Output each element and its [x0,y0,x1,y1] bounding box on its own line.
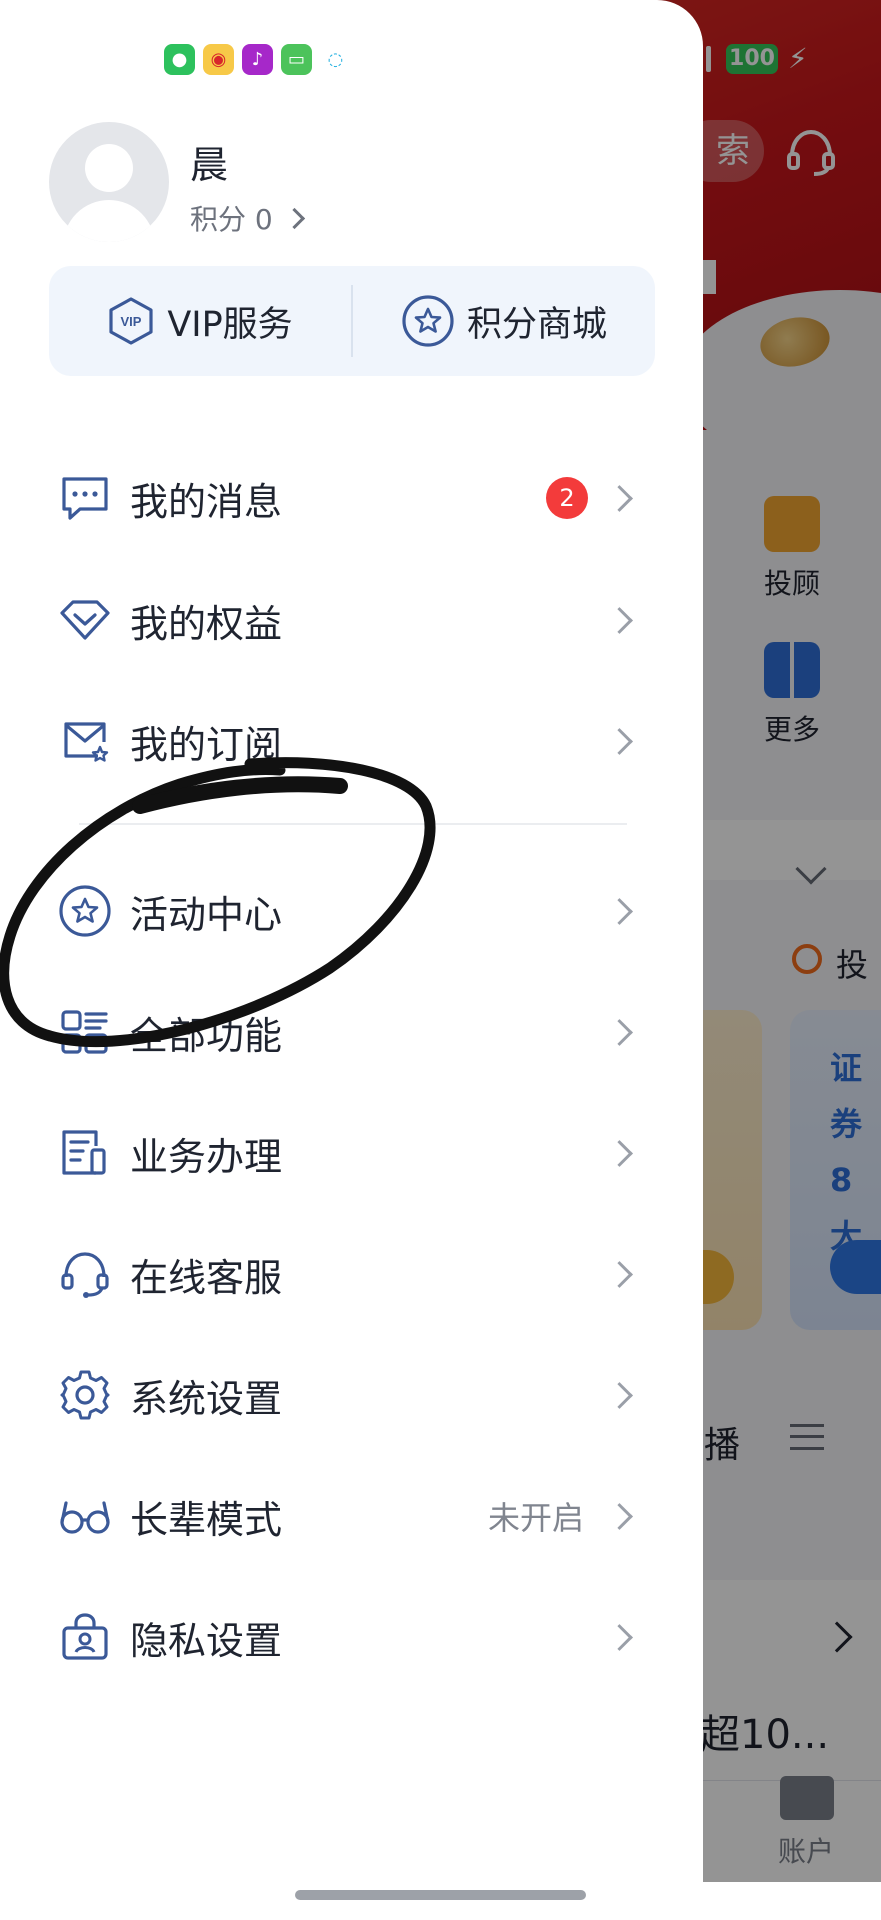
headset-icon [61,1252,109,1298]
all-functions-icon [61,1010,108,1054]
star-circle-icon [402,295,454,347]
svg-text:VIP: VIP [121,314,142,329]
chevron-right-icon [606,1139,633,1167]
chevron-right-icon [606,606,633,634]
privacy-lock-icon [62,1613,108,1660]
chevron-right-icon [606,897,633,925]
status-bar-app-icons: ● ◉ ♪ ▭ ◌ [164,42,351,76]
vip-service-button[interactable]: VIP VIP服务 [49,266,351,376]
menu-item-business[interactable]: 业务办理 [0,1098,703,1208]
star-circle-icon [59,885,111,937]
home-indicator[interactable] [295,1890,586,1900]
menu-item-label: 全部功能 [130,1013,283,1058]
chevron-right-icon [606,1260,633,1288]
vip-service-label: VIP服务 [167,304,293,345]
menu-item-activity-center[interactable]: 活动中心 [0,856,703,966]
menu-item-benefits[interactable]: 我的权益 [0,565,703,675]
profile-name[interactable]: 晨 [190,134,228,189]
menu-item-privacy[interactable]: 隐私设置 [0,1582,703,1692]
chevron-right-icon [606,1018,633,1046]
chevron-right-icon [606,1502,633,1530]
wechat-icon: ● [164,43,195,75]
service-shortcuts: VIP VIP服务 积分商城 [49,266,655,376]
vip-hexagon-icon: VIP [109,297,153,345]
menu-item-label: 业务办理 [130,1134,283,1179]
points-mall-label: 积分商城 [466,304,607,345]
unread-badge: 2 [546,477,588,519]
menu-item-label: 隐私设置 [130,1618,283,1663]
menu-item-customer-service[interactable]: 在线客服 [0,1219,703,1329]
diamond-icon [60,600,110,640]
menu-item-label: 我的消息 [130,479,283,524]
messages-icon: ▭ [281,43,312,75]
points-label: 积分 0 [190,203,273,236]
menu-item-messages[interactable]: 我的消息 2 [0,443,703,553]
menu-item-elder-mode[interactable]: 长辈模式 未开启 [0,1461,703,1571]
subscription-icon [64,722,109,762]
points-mall-button[interactable]: 积分商城 [353,266,655,376]
chat-bubble-icon: ◌ [320,43,351,75]
message-icon [62,477,108,520]
menu-divider [79,823,627,825]
avatar-head [85,144,133,192]
side-drawer: ● ◉ ♪ ▭ ◌ 晨 积分 0 VIP VIP服务 积分商城 我的消息 2 我… [0,0,703,1882]
notification-bell-icon: ♪ [242,43,273,75]
chevron-right-icon [606,1623,633,1651]
home-indicator-area [0,1882,881,1920]
weibo-icon: ◉ [203,43,234,75]
menu-item-label: 活动中心 [130,892,283,937]
avatar[interactable] [49,122,169,242]
chevron-right-icon [606,1381,633,1409]
menu-item-label: 我的订阅 [130,722,283,767]
menu-item-all-functions[interactable]: 全部功能 [0,977,703,1087]
gear-icon [60,1370,110,1420]
elder-mode-status: 未开启 [488,1499,585,1537]
chevron-right-icon [283,207,305,229]
menu-item-settings[interactable]: 系统设置 [0,1340,703,1450]
avatar-body [63,200,155,242]
menu-item-label: 系统设置 [130,1376,283,1421]
chevron-right-icon [606,727,633,755]
chevron-right-icon [606,484,633,512]
points-link[interactable]: 积分 0 [190,198,305,238]
business-form-icon [62,1130,106,1175]
menu-item-label: 在线客服 [130,1255,283,1300]
menu-item-subscriptions[interactable]: 我的订阅 [0,686,703,796]
menu-item-label: 我的权益 [130,601,283,646]
menu-item-label: 长辈模式 [130,1497,283,1542]
glasses-icon [60,1501,110,1534]
